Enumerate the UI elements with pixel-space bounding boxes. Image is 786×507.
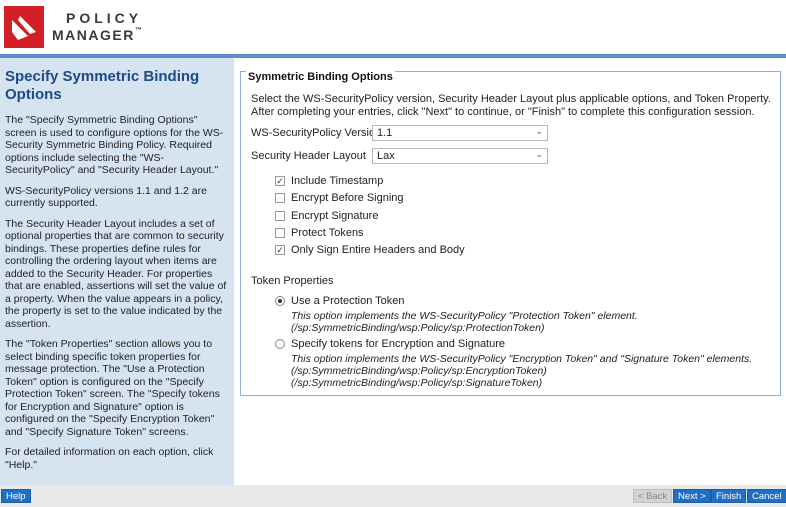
layout-label: Security Header Layout [251, 150, 366, 162]
next-button[interactable]: Next > [673, 489, 711, 503]
checkbox-only-sign-entire-headers[interactable]: ✓ Only Sign Entire Headers and Body [275, 243, 465, 257]
help-button[interactable]: Help [1, 489, 31, 503]
back-button[interactable]: < Back [633, 489, 673, 503]
fieldset-legend: Symmetric Binding Options [246, 71, 395, 83]
version-label: WS-SecurityPolicy Version [251, 127, 382, 139]
checkbox-unchecked-icon[interactable] [275, 228, 285, 238]
radio-specify-tokens[interactable]: Specify tokens for Encryption and Signat… [275, 338, 505, 350]
logo-line1: POLICY [66, 10, 143, 26]
help-paragraph: WS-SecurityPolicy versions 1.1 and 1.2 a… [5, 184, 207, 210]
layout-select[interactable]: Lax ⌄ [372, 148, 548, 164]
help-title: Specify Symmetric Binding Options [5, 68, 200, 103]
radio-unselected-icon[interactable] [275, 339, 285, 349]
version-select[interactable]: 1.1 ⌄ [372, 125, 548, 141]
radio-selected-icon[interactable] [275, 296, 285, 306]
token-properties-heading: Token Properties [251, 275, 334, 287]
help-paragraph: For detailed information on each option,… [5, 446, 214, 471]
checkbox-label: Only Sign Entire Headers and Body [291, 244, 465, 256]
checkbox-label: Encrypt Before Signing [291, 192, 404, 204]
checkbox-label: Include Timestamp [291, 175, 384, 187]
checkbox-label: Encrypt Signature [291, 210, 379, 222]
logo-line2: MANAGER [52, 27, 135, 43]
logo-wordmark: POLICY MANAGER™ [52, 10, 142, 43]
checkbox-checked-icon[interactable]: ✓ [275, 245, 285, 255]
instructions-text: Select the WS-SecurityPolicy version, Se… [251, 93, 771, 118]
radio-xpath: (/sp:SymmetricBinding/wsp:Policy/sp:Encr… [291, 365, 547, 377]
radio-label: Use a Protection Token [291, 295, 405, 307]
symmetric-binding-fieldset: Symmetric Binding Options Select the WS-… [240, 71, 781, 396]
footer-bar: Help < Back Next > Finish Cancel [0, 485, 786, 507]
radio-label: Specify tokens for Encryption and Signat… [291, 338, 506, 350]
checkbox-encrypt-before-signing[interactable]: Encrypt Before Signing [275, 191, 404, 205]
cancel-button[interactable]: Cancel [747, 489, 786, 503]
checkbox-unchecked-icon[interactable] [275, 211, 285, 221]
chevron-down-icon: ⌄ [535, 126, 543, 136]
radio-xpath: (/sp:SymmetricBinding/wsp:Policy/sp:Sign… [291, 377, 543, 389]
checkbox-include-timestamp[interactable]: ✓ Include Timestamp [275, 174, 383, 188]
checkbox-encrypt-signature[interactable]: Encrypt Signature [275, 209, 378, 223]
radio-xpath: (/sp:SymmetricBinding/wsp:Policy/sp:Prot… [291, 322, 545, 334]
checkbox-unchecked-icon[interactable] [275, 193, 285, 203]
finish-button[interactable]: Finish [711, 489, 747, 503]
radio-description: This option implements the WS-SecurityPo… [291, 353, 753, 365]
checkbox-checked-icon[interactable]: ✓ [275, 176, 285, 186]
help-paragraph: The "Token Properties" section allows yo… [5, 338, 220, 438]
help-paragraph: The "Specify Symmetric Binding Options" … [5, 114, 224, 176]
help-paragraph: The Security Header Layout includes a se… [5, 217, 227, 330]
app-header: POLICY MANAGER™ [0, 0, 786, 54]
radio-description: This option implements the WS-SecurityPo… [291, 310, 638, 322]
policy-manager-logo-icon [4, 6, 44, 48]
version-select-value: 1.1 [377, 127, 393, 139]
chevron-down-icon: ⌄ [535, 149, 543, 159]
checkbox-protect-tokens[interactable]: Protect Tokens [275, 226, 364, 240]
main-content: Symmetric Binding Options Select the WS-… [240, 66, 781, 396]
radio-use-protection-token[interactable]: Use a Protection Token [275, 295, 405, 307]
checkbox-label: Protect Tokens [291, 227, 364, 239]
help-panel: Specify Symmetric Binding Options The "S… [0, 58, 234, 485]
layout-select-value: Lax [377, 150, 395, 162]
logo-trademark: ™ [134, 27, 142, 34]
